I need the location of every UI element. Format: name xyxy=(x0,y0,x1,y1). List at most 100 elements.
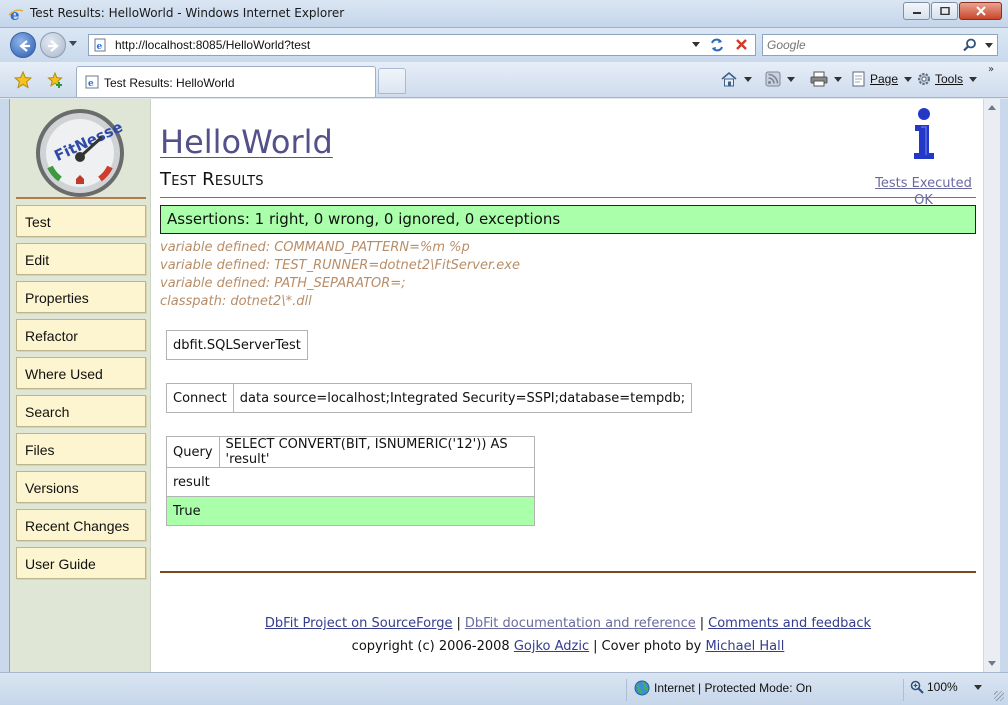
page-subtitle: Test Results xyxy=(160,169,264,190)
zoom-control[interactable]: 100% xyxy=(910,680,982,694)
new-tab-button[interactable] xyxy=(378,68,406,94)
navigation-bar: e http://localhost:8085/HelloWorld?test xyxy=(0,28,1008,62)
tools-gear-icon xyxy=(918,73,930,85)
resize-grip[interactable] xyxy=(994,691,1004,701)
minimize-icon xyxy=(912,12,921,14)
variable-line: variable defined: TEST_RUNNER=dotnet2\Fi… xyxy=(160,258,520,273)
query-table: Query SELECT CONVERT(BIT, ISNUMERIC('12'… xyxy=(166,436,536,526)
info-icon[interactable] xyxy=(909,107,939,161)
sidebar-item-user-guide[interactable]: User Guide xyxy=(16,547,146,579)
footer-separator: | xyxy=(593,639,598,654)
back-button[interactable] xyxy=(10,32,36,58)
recent-pages-dropdown[interactable] xyxy=(69,41,77,46)
query-column-header-cell: result xyxy=(166,467,535,497)
tests-executed-line1: Tests Executed xyxy=(875,176,972,191)
assertions-summary: Assertions: 1 right, 0 wrong, 0 ignored,… xyxy=(160,205,976,234)
sidebar-item-test[interactable]: Test xyxy=(16,205,146,237)
status-divider xyxy=(626,679,627,701)
search-input[interactable] xyxy=(767,37,957,53)
address-dropdown[interactable] xyxy=(692,42,700,47)
globe-icon xyxy=(634,680,650,696)
search-provider-dropdown[interactable] xyxy=(985,43,993,48)
window-left-frame xyxy=(0,99,9,672)
tab-label: Test Results: HelloWorld xyxy=(104,76,235,90)
add-favorites-icon[interactable] xyxy=(46,71,64,89)
feedback-link[interactable]: Comments and feedback xyxy=(708,616,871,631)
sidebar-item-label: Versions xyxy=(25,480,79,496)
scroll-down-arrow[interactable] xyxy=(988,661,996,666)
address-bar[interactable]: e http://localhost:8085/HelloWorld?test xyxy=(88,34,756,56)
main-content: HelloWorld Test Results Tests Executed O… xyxy=(160,99,976,672)
sidebar-item-versions[interactable]: Versions xyxy=(16,471,146,503)
connect-table: Connect data source=localhost;Integrated… xyxy=(166,383,693,413)
home-button[interactable] xyxy=(720,71,752,87)
zoom-dropdown[interactable] xyxy=(973,684,982,690)
sourceforge-link[interactable]: DbFit Project on SourceForge xyxy=(265,616,453,631)
favorites-star-icon[interactable] xyxy=(14,71,32,89)
copyright-text: copyright (c) 2006-2008 xyxy=(351,639,510,654)
fixture-cell: dbfit.SQLServerTest xyxy=(166,330,308,360)
sidebar-item-search[interactable]: Search xyxy=(16,395,146,427)
fitnesse-logo[interactable]: FitNesse xyxy=(34,107,126,199)
sidebar-item-where-used[interactable]: Where Used xyxy=(16,357,146,389)
search-icon[interactable] xyxy=(963,38,977,52)
documentation-link[interactable]: DbFit documentation and reference xyxy=(465,616,696,631)
svg-text:e: e xyxy=(10,6,20,22)
tab-test-results[interactable]: e Test Results: HelloWorld xyxy=(76,66,376,97)
feeds-button[interactable] xyxy=(765,71,795,87)
svg-text:e: e xyxy=(97,42,103,52)
tests-executed-link[interactable]: Tests Executed OK xyxy=(866,175,981,209)
query-keyword-cell: Query xyxy=(166,436,220,468)
security-zone-label: Internet | Protected Mode: On xyxy=(654,681,812,695)
page-title-link[interactable]: HelloWorld xyxy=(160,123,333,161)
close-button[interactable] xyxy=(959,2,1002,20)
photographer-link[interactable]: Michael Hall xyxy=(705,639,784,654)
vertical-scrollbar[interactable] xyxy=(983,99,1000,672)
sidebar-item-edit[interactable]: Edit xyxy=(16,243,146,275)
sidebar-item-label: Properties xyxy=(25,290,89,306)
sidebar-item-recent-changes[interactable]: Recent Changes xyxy=(16,509,146,541)
sidebar-divider xyxy=(16,197,146,199)
status-bar: Internet | Protected Mode: On 100% xyxy=(0,672,1008,705)
window-title: Test Results: HelloWorld - Windows Inter… xyxy=(30,6,345,20)
chevron-more-icon[interactable]: » xyxy=(988,64,994,75)
sidebar-item-refactor[interactable]: Refactor xyxy=(16,319,146,351)
tools-menu-arrow xyxy=(969,76,978,82)
tab-ie-icon: e xyxy=(85,75,99,89)
author-link[interactable]: Gojko Adzic xyxy=(514,639,589,654)
refresh-icon[interactable] xyxy=(708,37,726,53)
search-box[interactable] xyxy=(762,34,998,56)
feeds-dropdown[interactable] xyxy=(787,76,795,82)
cover-photo-text: Cover photo by xyxy=(601,639,702,654)
page-menu-button[interactable]: Page xyxy=(851,71,913,87)
query-sql-cell: SELECT CONVERT(BIT, ISNUMERIC('12')) AS … xyxy=(218,436,536,468)
print-dropdown[interactable] xyxy=(834,76,842,82)
page-menu-arrow xyxy=(904,76,913,82)
security-zone[interactable]: Internet | Protected Mode: On xyxy=(634,680,812,696)
url-text[interactable]: http://localhost:8085/HelloWorld?test xyxy=(115,38,310,52)
close-icon xyxy=(975,6,986,16)
sidebar-item-properties[interactable]: Properties xyxy=(16,281,146,313)
minimize-button[interactable] xyxy=(903,2,930,20)
sidebar-item-label: Files xyxy=(25,442,55,458)
footer-links: DbFit Project on SourceForge | DbFit docum… xyxy=(160,616,976,631)
tab-bar: e Test Results: HelloWorld Page Tools » xyxy=(0,62,1008,98)
variable-line: variable defined: COMMAND_PATTERN=%m %p xyxy=(160,240,470,255)
svg-text:e: e xyxy=(88,79,94,89)
stop-icon[interactable] xyxy=(733,37,751,53)
print-button[interactable] xyxy=(810,71,842,87)
connect-keyword-cell: Connect xyxy=(166,383,234,413)
page-viewport: FitNesse Test Edit Properties Refactor W… xyxy=(9,99,983,672)
sidebar-item-files[interactable]: Files xyxy=(16,433,146,465)
home-icon xyxy=(721,71,737,87)
forward-button[interactable] xyxy=(40,32,66,58)
maximize-button[interactable] xyxy=(931,2,958,20)
connect-value-cell: data source=localhost;Integrated Securit… xyxy=(232,383,693,413)
scroll-up-arrow[interactable] xyxy=(988,105,996,110)
home-dropdown[interactable] xyxy=(744,76,752,82)
sidebar-item-label: Recent Changes xyxy=(25,518,130,534)
sidebar-item-label: Test xyxy=(25,214,51,230)
zoom-level: 100% xyxy=(927,680,958,694)
status-divider xyxy=(903,679,904,701)
tools-menu-button[interactable]: Tools xyxy=(916,71,978,87)
